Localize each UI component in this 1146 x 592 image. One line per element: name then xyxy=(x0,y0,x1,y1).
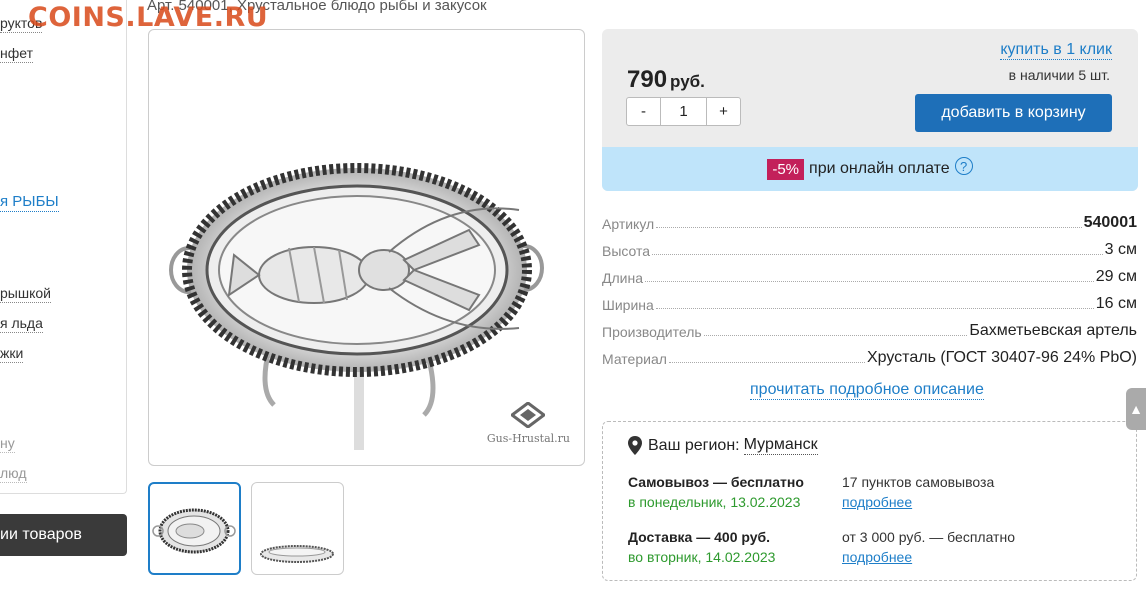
spec-row: Артикул 540001 xyxy=(602,205,1137,232)
pickup-info: 17 пунктов самовывоза xyxy=(842,474,995,490)
qty-plus-button[interactable]: + xyxy=(706,97,741,126)
help-icon[interactable]: ? xyxy=(954,157,973,175)
thumbnail-image xyxy=(260,545,334,563)
sidebar-item[interactable]: жки xyxy=(0,344,24,363)
arrow-up-icon: ▲ xyxy=(1129,401,1143,417)
sidebar-section-label: ии товаров xyxy=(0,526,82,543)
brand-logo: Gus-Hrustal.ru xyxy=(487,402,570,445)
sidebar-item[interactable]: ну xyxy=(0,434,15,453)
pickup-date: в понедельник, 13.02.2023 xyxy=(628,494,801,510)
spec-dots xyxy=(703,335,968,336)
online-payment-discount: -5% при онлайн оплате ? xyxy=(602,147,1138,191)
spec-value: 16 см xyxy=(1093,295,1137,313)
delivery-info: от 3 000 руб. — бесплатно xyxy=(842,529,1015,545)
watermark: COINS.LAVE.RU xyxy=(28,2,269,33)
spec-label: Высота xyxy=(602,243,653,259)
spec-dots xyxy=(655,308,1094,309)
delivery-details-link[interactable]: подробнее xyxy=(842,549,912,565)
qty-minus-button[interactable]: - xyxy=(626,97,661,126)
spec-value: 29 см xyxy=(1093,268,1137,286)
spec-label: Ширина xyxy=(602,297,656,313)
sidebar-section-header[interactable]: ии товаров xyxy=(0,514,127,556)
scroll-to-top-button[interactable]: ▲ xyxy=(1126,388,1146,430)
buy-one-click-link[interactable]: купить в 1 клик xyxy=(1000,40,1112,60)
price-currency: руб. xyxy=(670,72,705,91)
category-sidebar: руктов нфет я РЫБЫ рышкой я льда жки ну … xyxy=(0,0,127,494)
spec-value: 3 см xyxy=(1102,241,1137,259)
delivery-title: Доставка — 400 руб. xyxy=(628,529,771,545)
qty-input[interactable]: 1 xyxy=(661,97,706,126)
sidebar-item-active[interactable]: я РЫБЫ xyxy=(0,193,59,212)
spec-label: Артикул xyxy=(602,216,657,232)
pickup-title: Самовывоз — бесплатно xyxy=(628,474,804,490)
quantity-stepper: - 1 + xyxy=(626,97,741,126)
spec-row: Ширина 16 см xyxy=(602,286,1137,313)
region-selector[interactable]: Ваш регион: Мурманск xyxy=(628,436,818,455)
stock-status: в наличии 5 шт. xyxy=(1008,67,1110,83)
region-city[interactable]: Мурманск xyxy=(743,436,818,455)
spec-dots xyxy=(645,281,1094,282)
sidebar-item[interactable]: я льда xyxy=(0,314,43,333)
spec-row: Высота 3 см xyxy=(602,232,1137,259)
spec-label: Длина xyxy=(602,270,645,286)
crystal-dish-image xyxy=(169,163,544,450)
brand-logo-text: Gus-Hrustal.ru xyxy=(486,432,570,445)
spec-label: Производитель xyxy=(602,324,704,340)
brand-logo-icon xyxy=(511,402,546,428)
spec-dots xyxy=(652,254,1103,255)
spec-row: Материал Хрусталь (ГОСТ 30407-96 24% PbO… xyxy=(602,340,1137,367)
spec-value: Бахметьевская артель xyxy=(967,322,1137,340)
spec-label: Материал xyxy=(602,351,669,367)
product-main-image[interactable]: Gus-Hrustal.ru xyxy=(148,29,585,466)
discount-text: при онлайн оплате xyxy=(809,160,950,177)
sidebar-item[interactable]: рышкой xyxy=(0,284,51,303)
delivery-info-box: Ваш регион: Мурманск Самовывоз — бесплат… xyxy=(602,421,1137,581)
sidebar-item[interactable]: люд xyxy=(0,464,27,483)
add-to-cart-button[interactable]: добавить в корзину xyxy=(915,94,1112,132)
spec-value: 540001 xyxy=(1081,214,1137,232)
location-pin-icon xyxy=(628,436,642,455)
read-description-link[interactable]: прочитать подробное описание xyxy=(750,380,984,400)
purchase-panel: 790 руб. - 1 + купить в 1 клик в наличии … xyxy=(602,29,1138,191)
pickup-details-link[interactable]: подробнее xyxy=(842,494,912,510)
product-specs: Артикул 540001 Высота 3 см Длина 29 см Ш… xyxy=(602,205,1137,367)
spec-row: Длина 29 см xyxy=(602,259,1137,286)
price-value: 790 xyxy=(627,66,668,93)
region-label: Ваш регион: xyxy=(648,436,740,454)
spec-value: Хрусталь (ГОСТ 30407-96 24% PbO) xyxy=(864,349,1137,367)
thumbnail-1[interactable] xyxy=(148,482,241,575)
thumbnail-image xyxy=(152,508,236,554)
sidebar-item[interactable]: нфет xyxy=(0,44,33,63)
spec-dots xyxy=(668,362,865,363)
discount-badge: -5% xyxy=(767,158,805,180)
thumbnail-2[interactable] xyxy=(251,482,344,575)
spec-row: Производитель Бахметьевская артель xyxy=(602,313,1137,340)
price: 790 руб. xyxy=(627,66,705,94)
spec-dots xyxy=(656,227,1082,228)
delivery-date: во вторник, 14.02.2023 xyxy=(628,549,776,565)
